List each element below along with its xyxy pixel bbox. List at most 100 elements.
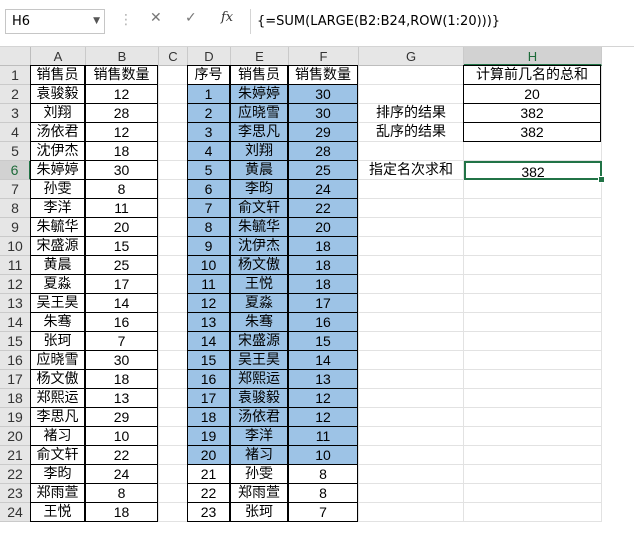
row-header-17[interactable]: 17 <box>0 370 31 389</box>
sorted-row-qty[interactable]: 18 <box>288 255 358 275</box>
grid-cell[interactable] <box>464 370 602 389</box>
sorted-row-seq[interactable]: 12 <box>187 293 230 313</box>
grid-cell[interactable] <box>464 218 602 237</box>
grid-cell[interactable] <box>159 332 188 351</box>
sorted-row-qty[interactable]: 30 <box>288 103 358 123</box>
table-row-qty[interactable]: 18 <box>85 369 158 389</box>
grid-cell[interactable] <box>359 199 464 218</box>
sorted-row-name[interactable]: 张珂 <box>230 502 288 522</box>
grid-cell[interactable] <box>159 123 188 142</box>
row-header-8[interactable]: 8 <box>0 199 31 218</box>
row-header-10[interactable]: 10 <box>0 237 31 256</box>
grid-cell[interactable] <box>464 199 602 218</box>
table-row-name[interactable]: 朱毓华 <box>30 217 85 237</box>
sorted-row-seq[interactable]: 13 <box>187 312 230 332</box>
sorted-row-qty[interactable]: 10 <box>288 445 358 465</box>
grid-cell[interactable] <box>159 85 188 104</box>
table-row-qty[interactable]: 20 <box>85 217 158 237</box>
sorted-row-name[interactable]: 李思凡 <box>230 122 288 142</box>
sorted-row-seq[interactable]: 11 <box>187 274 230 294</box>
insert-function-icon[interactable]: fx <box>221 10 233 25</box>
fill-handle[interactable] <box>598 176 605 183</box>
grid-cell[interactable] <box>159 503 188 522</box>
grid-cell[interactable] <box>464 275 602 294</box>
sorted-row-qty[interactable]: 22 <box>288 198 358 218</box>
sorted-row-seq[interactable]: 9 <box>187 236 230 256</box>
table-row-qty[interactable]: 29 <box>85 407 158 427</box>
sorted-row-seq[interactable]: 5 <box>187 160 230 180</box>
sorted-row-qty[interactable]: 17 <box>288 293 358 313</box>
table-row-name[interactable]: 杨文傲 <box>30 369 85 389</box>
sorted-row-seq[interactable]: 1 <box>187 84 230 104</box>
table-row-name[interactable]: 李洋 <box>30 198 85 218</box>
column-header-f[interactable]: F <box>289 47 359 66</box>
sorted-row-qty[interactable]: 28 <box>288 141 358 161</box>
table-row-qty[interactable]: 13 <box>85 388 158 408</box>
sorted-row-seq[interactable]: 8 <box>187 217 230 237</box>
grid-cell[interactable] <box>159 465 188 484</box>
sorted-row-name[interactable]: 王悦 <box>230 274 288 294</box>
sorted-row-seq[interactable]: 4 <box>187 141 230 161</box>
sorted-row-qty[interactable]: 15 <box>288 331 358 351</box>
column-header-b[interactable]: B <box>86 47 159 66</box>
table-row-qty[interactable]: 16 <box>85 312 158 332</box>
top-n-input[interactable]: 20 <box>463 84 601 104</box>
grid-cell[interactable] <box>464 427 602 446</box>
sorted-row-name[interactable]: 杨文傲 <box>230 255 288 275</box>
cancel-icon[interactable]: ✕ <box>150 10 162 26</box>
grid-cell[interactable] <box>359 237 464 256</box>
grid-cell[interactable] <box>359 256 464 275</box>
grid-cell[interactable] <box>464 484 602 503</box>
sorted-row-seq[interactable]: 21 <box>187 464 230 484</box>
grid-cell[interactable] <box>359 446 464 465</box>
sorted-row-name[interactable]: 黄晨 <box>230 160 288 180</box>
table-row-qty[interactable]: 15 <box>85 236 158 256</box>
sorted-row-seq[interactable]: 10 <box>187 255 230 275</box>
sorted-row-seq[interactable]: 20 <box>187 445 230 465</box>
table-row-name[interactable]: 郑雨萱 <box>30 483 85 503</box>
grid-cell[interactable] <box>359 275 464 294</box>
grid-cell[interactable] <box>359 66 464 85</box>
table-row-qty[interactable]: 30 <box>85 160 158 180</box>
sorted-row-qty[interactable]: 29 <box>288 122 358 142</box>
table-row-name[interactable]: 朱婷婷 <box>30 160 85 180</box>
sorted-row-seq[interactable]: 19 <box>187 426 230 446</box>
row-header-1[interactable]: 1 <box>0 66 31 85</box>
sorted-row-name[interactable]: 夏淼 <box>230 293 288 313</box>
sorted-row-name[interactable]: 郑雨萱 <box>230 483 288 503</box>
table-row-name[interactable]: 沈伊杰 <box>30 141 85 161</box>
table-row-qty[interactable]: 8 <box>85 179 158 199</box>
table-row-name[interactable]: 张珂 <box>30 331 85 351</box>
sorted-row-name[interactable]: 朱毓华 <box>230 217 288 237</box>
column-header-c[interactable]: C <box>159 47 188 66</box>
grid-cell[interactable] <box>464 142 602 161</box>
drag-handle-icon[interactable]: ⋮ <box>119 12 133 28</box>
column-header-e[interactable]: E <box>231 47 289 66</box>
grid-cell[interactable] <box>159 180 188 199</box>
row-header-13[interactable]: 13 <box>0 294 31 313</box>
grid-cell[interactable] <box>359 351 464 370</box>
sorted-row-qty[interactable]: 16 <box>288 312 358 332</box>
sorted-row-name[interactable]: 刘翔 <box>230 141 288 161</box>
sorted-row-seq[interactable]: 2 <box>187 103 230 123</box>
grid-cell[interactable] <box>464 465 602 484</box>
grid-cell[interactable] <box>464 389 602 408</box>
table-row-name[interactable]: 宋盛源 <box>30 236 85 256</box>
row-header-19[interactable]: 19 <box>0 408 31 427</box>
grid-cell[interactable] <box>464 237 602 256</box>
grid-cell[interactable] <box>359 503 464 522</box>
sorted-row-seq[interactable]: 23 <box>187 502 230 522</box>
row-header-14[interactable]: 14 <box>0 313 31 332</box>
column-header-g[interactable]: G <box>359 47 464 66</box>
table-row-name[interactable]: 朱骞 <box>30 312 85 332</box>
grid-cell[interactable] <box>159 256 188 275</box>
table-row-name[interactable]: 郑熙运 <box>30 388 85 408</box>
select-all-corner[interactable] <box>0 47 31 66</box>
table-row-qty[interactable]: 24 <box>85 464 158 484</box>
row-header-7[interactable]: 7 <box>0 180 31 199</box>
table-row-qty[interactable]: 22 <box>85 445 158 465</box>
sorted-row-name[interactable]: 沈伊杰 <box>230 236 288 256</box>
grid-cell[interactable] <box>359 389 464 408</box>
grid-cell[interactable] <box>359 85 464 104</box>
grid-cell[interactable] <box>359 427 464 446</box>
